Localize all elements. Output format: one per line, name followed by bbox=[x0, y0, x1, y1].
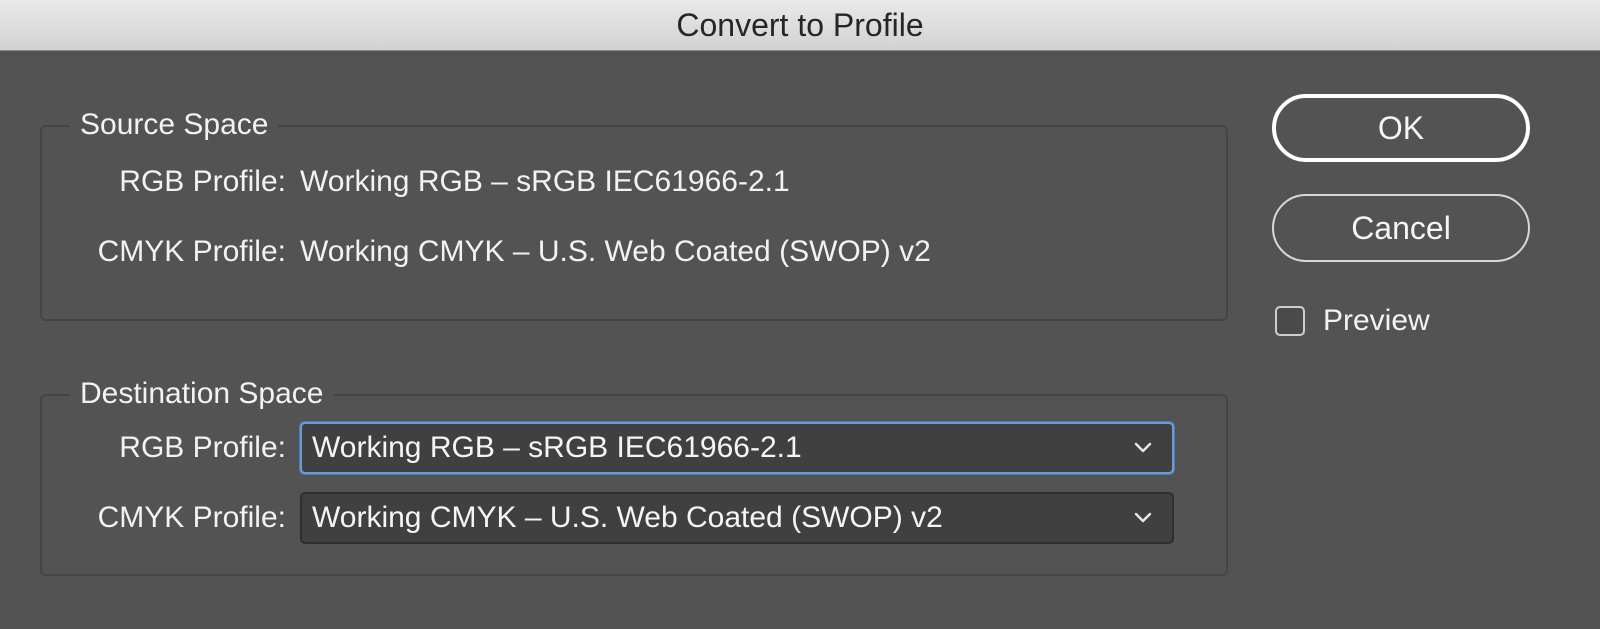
preview-label: Preview bbox=[1323, 304, 1430, 337]
dest-cmyk-label: CMYK Profile: bbox=[97, 501, 286, 534]
preview-option[interactable]: Preview bbox=[1275, 304, 1430, 338]
source-space-legend: Source Space bbox=[70, 105, 279, 145]
title-bar: Convert to Profile bbox=[0, 0, 1600, 51]
source-rgb-row: RGB Profile: Working RGB – sRGB IEC61966… bbox=[42, 165, 790, 199]
dest-cmyk-selected-value: Working CMYK – U.S. Web Coated (SWOP) v2 bbox=[312, 501, 943, 534]
chevron-down-icon bbox=[1134, 442, 1152, 453]
source-rgb-value: Working RGB – sRGB IEC61966-2.1 bbox=[300, 165, 790, 198]
destination-space-group: Destination Space RGB Profile: Working R… bbox=[40, 374, 1228, 576]
dest-cmyk-profile-select[interactable]: Working CMYK – U.S. Web Coated (SWOP) v2 bbox=[300, 492, 1174, 544]
dest-rgb-row: RGB Profile: Working RGB – sRGB IEC61966… bbox=[42, 422, 1174, 474]
destination-space-legend: Destination Space bbox=[70, 374, 334, 414]
preview-checkbox[interactable] bbox=[1275, 306, 1305, 336]
dest-rgb-profile-select[interactable]: Working RGB – sRGB IEC61966-2.1 bbox=[300, 422, 1174, 474]
cancel-button[interactable]: Cancel bbox=[1272, 194, 1530, 262]
dest-cmyk-row: CMYK Profile: Working CMYK – U.S. Web Co… bbox=[42, 492, 1174, 544]
ok-button[interactable]: OK bbox=[1272, 94, 1530, 162]
source-space-group: Source Space RGB Profile: Working RGB – … bbox=[40, 105, 1228, 321]
dialog-title: Convert to Profile bbox=[676, 6, 924, 43]
dest-rgb-selected-value: Working RGB – sRGB IEC61966-2.1 bbox=[312, 431, 802, 464]
dest-rgb-label: RGB Profile: bbox=[119, 431, 286, 464]
source-cmyk-value: Working CMYK – U.S. Web Coated (SWOP) v2 bbox=[300, 235, 931, 268]
source-rgb-label: RGB Profile: bbox=[119, 165, 286, 198]
source-cmyk-label: CMYK Profile: bbox=[97, 235, 286, 268]
chevron-down-icon bbox=[1134, 512, 1152, 523]
source-cmyk-row: CMYK Profile: Working CMYK – U.S. Web Co… bbox=[42, 235, 931, 269]
